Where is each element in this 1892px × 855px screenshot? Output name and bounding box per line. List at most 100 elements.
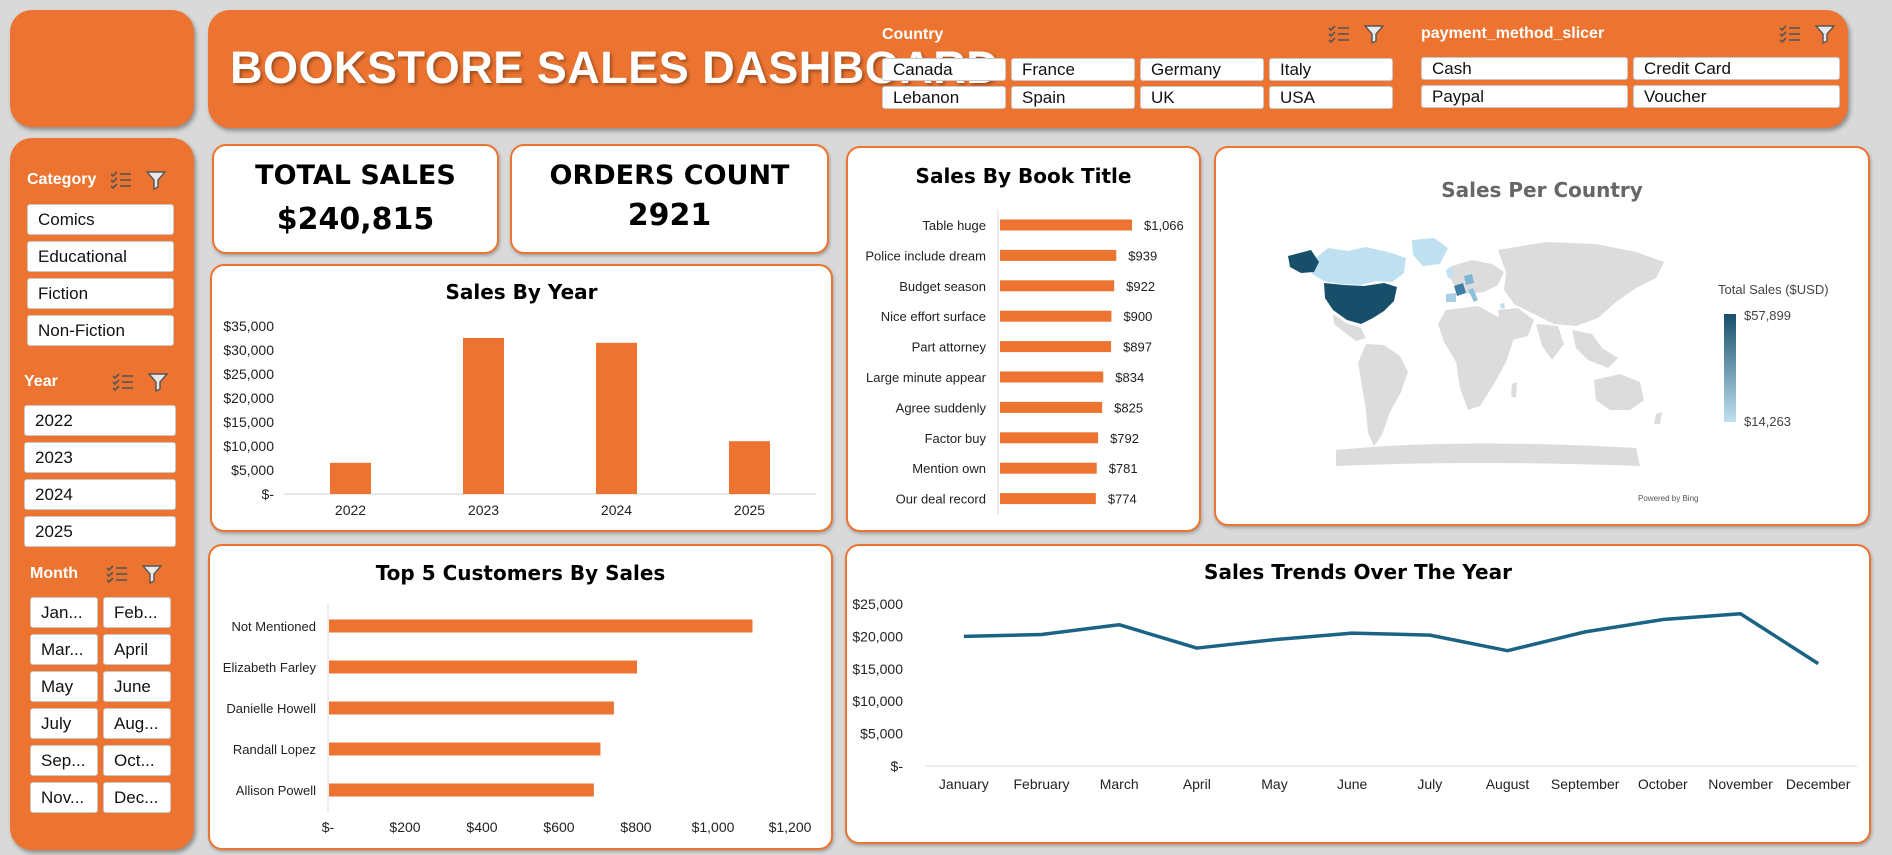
clear-filter-icon[interactable]	[142, 564, 162, 584]
x-tick-label: $800	[620, 819, 651, 835]
country-button-uk[interactable]: UK	[1140, 86, 1264, 109]
map-new-zealand	[1654, 412, 1662, 424]
orders-count-label: ORDERS COUNT	[549, 160, 790, 191]
clear-filter-icon[interactable]	[1364, 24, 1384, 44]
month-button-may[interactable]: May	[30, 671, 98, 702]
month-button-oct[interactable]: Oct...	[103, 745, 171, 776]
category-slicer-label: Category	[27, 171, 97, 188]
trend-line	[963, 611, 1820, 666]
x-tick-label: January	[939, 776, 989, 792]
orders-count-card: ORDERS COUNT 2921	[510, 144, 829, 254]
total-sales-label: TOTAL SALES	[255, 160, 456, 191]
country-button-usa[interactable]: USA	[1269, 86, 1393, 109]
month-button-mar[interactable]: Mar...	[30, 634, 98, 665]
clear-filter-icon[interactable]	[1815, 24, 1835, 44]
month-button-dec[interactable]: Dec...	[103, 782, 171, 813]
y-tick-label: $30,000	[223, 342, 274, 358]
clear-filter-icon[interactable]	[146, 170, 166, 190]
month-button-april[interactable]: April	[103, 634, 171, 665]
year-button-2023[interactable]: 2023	[24, 442, 176, 473]
x-tick-label: March	[1100, 776, 1139, 792]
country-button-germany[interactable]: Germany	[1140, 58, 1264, 81]
country-button-spain[interactable]: Spain	[1011, 86, 1135, 109]
top-customers-chart: $- $200 $400 $600 $800 $1,000 $1,200 Not Mentio…	[223, 604, 812, 835]
x-tick-label: September	[1551, 776, 1620, 792]
multi-select-icon[interactable]	[112, 373, 134, 391]
payment-button-credit-card[interactable]: Credit Card	[1633, 57, 1840, 80]
map-spain	[1446, 293, 1456, 302]
country-slicer-label: Country	[882, 26, 944, 43]
year-button-2025[interactable]: 2025	[24, 516, 176, 547]
x-tick-label: May	[1261, 776, 1287, 792]
year-slicer-label: Year	[24, 373, 58, 390]
category-label: Mention own	[912, 461, 986, 476]
data-label: $774	[1108, 492, 1137, 507]
month-button-sep[interactable]: Sep...	[30, 745, 98, 776]
country-button-france[interactable]: France	[1011, 58, 1135, 81]
category-label: Elizabeth Farley	[223, 660, 317, 675]
category-label: Part attorney	[912, 340, 987, 355]
month-button-july[interactable]: July	[30, 708, 98, 739]
payment-slicer-controls	[1779, 24, 1835, 44]
category-slicer-controls	[110, 170, 166, 190]
bar-large-minute-appear	[1000, 371, 1104, 383]
x-tick-label: October	[1638, 776, 1688, 792]
category-button-comics[interactable]: Comics	[27, 204, 174, 235]
y-tick-label: $20,000	[223, 390, 274, 406]
x-tick-label: 2024	[601, 502, 632, 518]
payment-button-voucher[interactable]: Voucher	[1633, 85, 1840, 108]
total-sales-card: TOTAL SALES $240,815	[212, 144, 499, 254]
data-label: $897	[1123, 340, 1152, 355]
map-southeast-asia	[1572, 330, 1618, 368]
x-tick-label: $1,200	[769, 819, 812, 835]
multi-select-icon[interactable]	[110, 171, 132, 189]
year-button-2022[interactable]: 2022	[24, 405, 176, 436]
country-slicer-controls	[1328, 24, 1384, 44]
country-button-canada[interactable]: Canada	[882, 58, 1006, 81]
payment-button-cash[interactable]: Cash	[1421, 57, 1628, 80]
sales-by-title-chart: Table huge $1,066 Police include dream $939…	[865, 209, 1184, 515]
x-tick-label: $600	[543, 819, 574, 835]
country-button-italy[interactable]: Italy	[1269, 58, 1393, 81]
category-button-non-fiction[interactable]: Non-Fiction	[27, 315, 174, 346]
x-tick-label: February	[1013, 776, 1069, 792]
y-tick-label: $25,000	[223, 366, 274, 382]
map-alaska	[1288, 250, 1319, 273]
bar-police-include-dream	[1000, 249, 1117, 261]
x-tick-label: July	[1417, 776, 1442, 792]
payment-button-paypal[interactable]: Paypal	[1421, 85, 1628, 108]
sales-trend-chart: $- $5,000 $10,000 $15,000 $20,000 $25,000 Janu…	[852, 596, 1857, 792]
month-button-nov[interactable]: Nov...	[30, 782, 98, 813]
data-label: $834	[1115, 370, 1144, 385]
month-button-aug[interactable]: Aug...	[103, 708, 171, 739]
multi-select-icon[interactable]	[106, 565, 128, 583]
category-button-educational[interactable]: Educational	[27, 241, 174, 272]
category-label: Not Mentioned	[231, 619, 316, 634]
x-tick-label: 2022	[335, 502, 366, 518]
multi-select-icon[interactable]	[1779, 25, 1801, 43]
bar-danielle-howell	[329, 701, 614, 715]
data-label: $781	[1109, 461, 1138, 476]
category-label: Allison Powell	[236, 783, 316, 798]
month-button-feb[interactable]: Feb...	[103, 597, 171, 628]
year-button-2024[interactable]: 2024	[24, 479, 176, 510]
bar-elizabeth-farley	[329, 660, 637, 674]
country-button-lebanon[interactable]: Lebanon	[882, 86, 1006, 109]
total-sales-value: $240,815	[276, 202, 435, 237]
category-label: Large minute appear	[866, 370, 987, 385]
bar-factor-buy	[1000, 432, 1099, 444]
logo-tile	[10, 10, 194, 127]
y-tick-label: $5,000	[860, 726, 903, 742]
y-tick-label: $35,000	[223, 318, 274, 334]
category-button-fiction[interactable]: Fiction	[27, 278, 174, 309]
month-button-june[interactable]: June	[103, 671, 171, 702]
month-slicer-controls	[106, 564, 162, 584]
clear-filter-icon[interactable]	[148, 372, 168, 392]
month-button-jan[interactable]: Jan...	[30, 597, 98, 628]
map-canada	[1311, 247, 1406, 285]
category-label: Danielle Howell	[226, 701, 316, 716]
bar-our-deal-record	[1000, 493, 1096, 505]
bar-part-attorney	[1000, 341, 1112, 353]
bar-2024	[596, 342, 637, 494]
multi-select-icon[interactable]	[1328, 25, 1350, 43]
